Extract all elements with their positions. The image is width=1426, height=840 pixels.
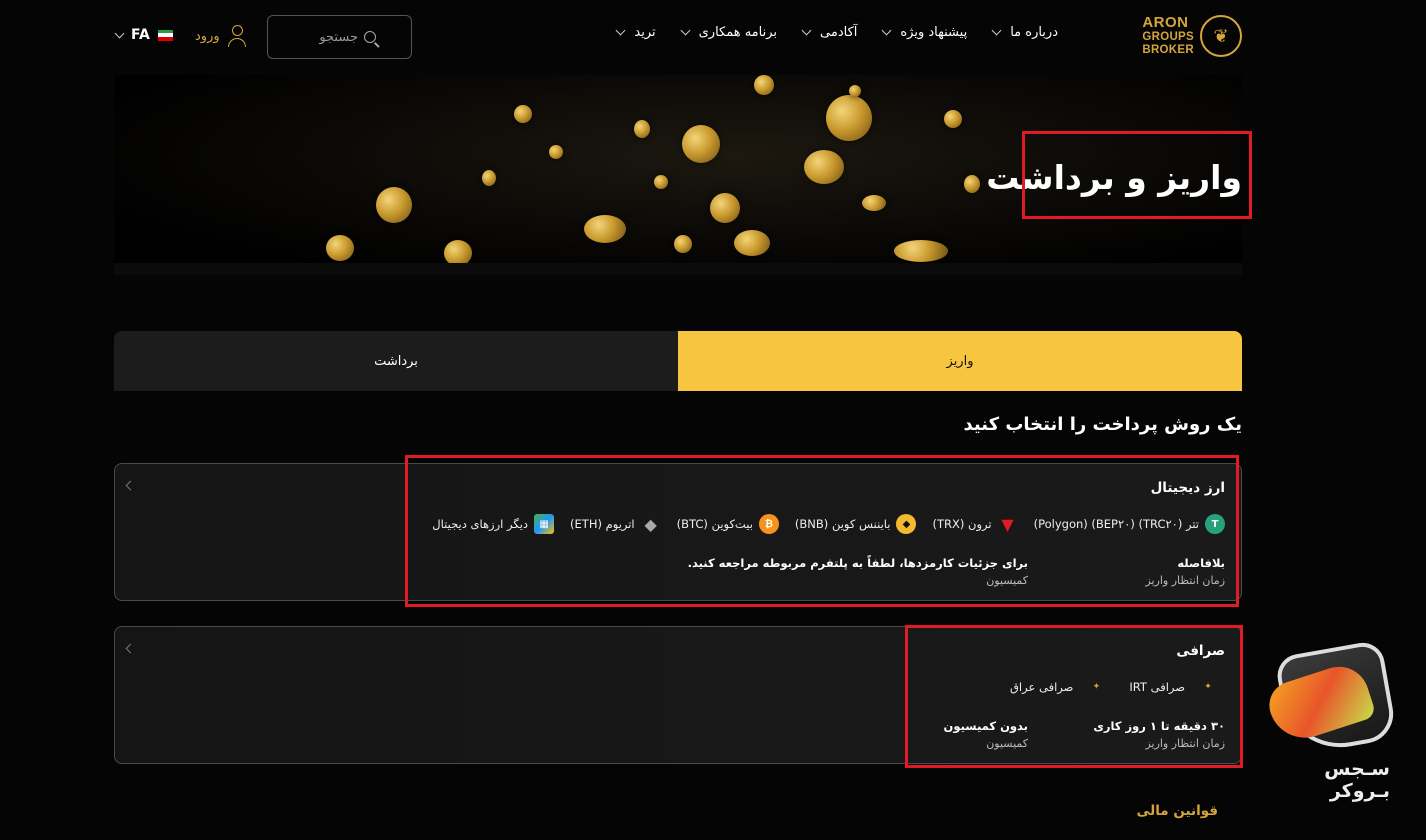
highlight-box-crypto <box>405 455 1239 607</box>
aron-groups-logo[interactable]: ARON GROUPS BROKER ❦ <box>1142 15 1242 57</box>
nav-item-special-offer[interactable]: پیشنهاد ویژه <box>881 25 967 40</box>
search-input[interactable] <box>268 29 358 45</box>
watermark-text: سـجس بـروکر <box>1324 758 1390 802</box>
login-label: ورود <box>195 28 220 44</box>
chevron-down-icon <box>801 25 812 36</box>
highlight-box-exchange <box>905 625 1243 768</box>
chevron-down-icon <box>991 25 1002 36</box>
tab-deposit[interactable]: واریز <box>678 331 1242 391</box>
nav-item-partnership[interactable]: برنامه همکاری <box>680 25 777 40</box>
nav-item-about[interactable]: درباره ما <box>991 25 1058 40</box>
chevron-left-icon[interactable] <box>125 480 136 491</box>
chevron-down-icon <box>114 28 125 38</box>
language-selector[interactable]: FA <box>114 27 173 43</box>
language-label: FA <box>131 27 150 43</box>
chevron-down-icon <box>881 25 892 36</box>
chevron-down-icon <box>615 25 626 36</box>
search-box[interactable] <box>267 15 412 59</box>
financial-rules-link[interactable]: قوانین مالی <box>1136 803 1218 819</box>
site-header: ARON GROUPS BROKER ❦ ترید برنامه همکاری … <box>114 0 1242 75</box>
highlight-box-title <box>1022 131 1252 219</box>
main-nav: ترید برنامه همکاری آکادمی پیشنهاد ویژه د… <box>615 25 1058 40</box>
deposit-withdraw-tabs: برداشت واریز <box>114 331 1242 391</box>
logo-text: ARON GROUPS BROKER <box>1142 14 1194 57</box>
iran-flag-icon <box>157 29 173 41</box>
hero-bottom-band <box>114 263 1242 275</box>
login-button[interactable]: ورود <box>195 25 248 47</box>
chevron-left-icon[interactable] <box>125 643 136 654</box>
chevron-down-icon <box>680 25 691 36</box>
search-icon[interactable] <box>364 31 376 43</box>
nav-item-trade[interactable]: ترید <box>615 25 656 40</box>
sajes-broker-watermark: سـجس بـروکر <box>1263 639 1398 802</box>
nav-item-academy[interactable]: آکادمی <box>801 25 857 40</box>
user-icon <box>227 25 248 47</box>
logo-emblem-icon: ❦ <box>1200 15 1242 57</box>
tab-withdraw[interactable]: برداشت <box>114 331 678 391</box>
payment-method-heading: یک روش پرداخت را انتخاب کنید <box>963 414 1243 435</box>
